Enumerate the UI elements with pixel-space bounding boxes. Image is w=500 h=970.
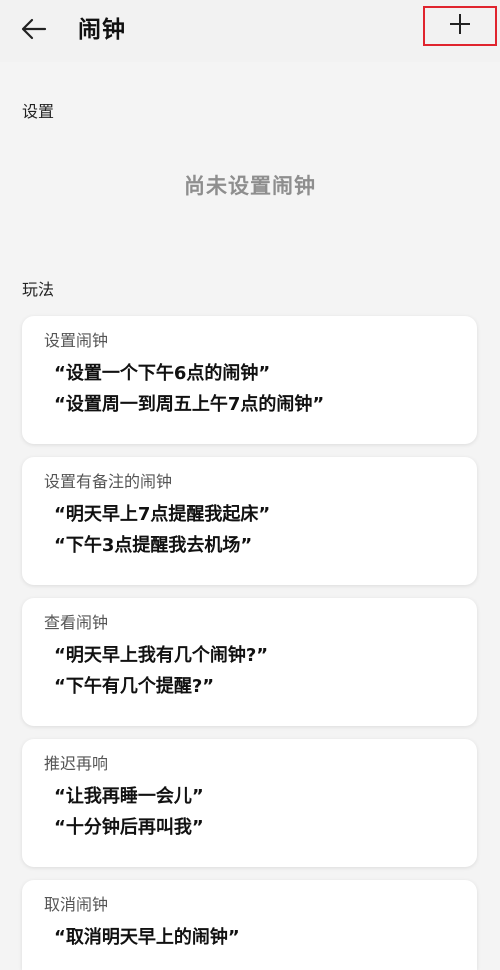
usage-card-alarm-with-note[interactable]: 设置有备注的闹钟 “明天早上7点提醒我起床” “下午3点提醒我去机场”: [22, 457, 477, 585]
arrow-left-icon: [21, 18, 47, 44]
top-app-bar: 闹钟: [0, 0, 500, 62]
add-alarm-button[interactable]: [423, 6, 497, 46]
page-title: 闹钟: [78, 17, 126, 43]
card-example: “下午3点提醒我去机场”: [54, 535, 253, 556]
card-title: 设置有备注的闹钟: [44, 472, 173, 491]
card-title: 查看闹钟: [44, 613, 109, 632]
usage-card-set-alarm[interactable]: 设置闹钟 “设置一个下午6点的闹钟” “设置周一到周五上午7点的闹钟”: [22, 316, 477, 444]
card-example: “明天早上7点提醒我起床”: [54, 504, 271, 525]
usage-card-snooze[interactable]: 推迟再响 “让我再睡一会儿” “十分钟后再叫我”: [22, 739, 477, 867]
card-example: “十分钟后再叫我”: [54, 817, 204, 838]
card-example: “明天早上我有几个闹钟?”: [54, 645, 269, 666]
back-button[interactable]: [14, 13, 54, 49]
plus-icon: [449, 13, 471, 39]
usage-card-cancel-alarm[interactable]: 取消闹钟 “取消明天早上的闹钟”: [22, 880, 477, 970]
usage-card-view-alarms[interactable]: 查看闹钟 “明天早上我有几个闹钟?” “下午有几个提醒?”: [22, 598, 477, 726]
usage-section-label: 玩法: [22, 280, 55, 299]
card-title: 设置闹钟: [44, 331, 109, 350]
card-example: “设置一个下午6点的闹钟”: [54, 363, 271, 384]
settings-section-label: 设置: [22, 102, 55, 121]
card-title: 推迟再响: [44, 754, 109, 773]
card-example: “下午有几个提醒?”: [54, 676, 215, 697]
card-example: “让我再睡一会儿”: [54, 786, 204, 807]
card-example: “取消明天早上的闹钟”: [54, 927, 240, 948]
card-example: “设置周一到周五上午7点的闹钟”: [54, 394, 325, 415]
card-title: 取消闹钟: [44, 895, 109, 914]
empty-alarm-message: 尚未设置闹钟: [184, 174, 316, 198]
